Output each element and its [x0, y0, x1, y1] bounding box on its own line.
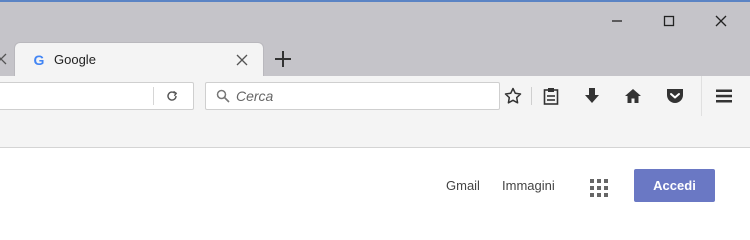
bookmarks-toolbar: [0, 116, 750, 148]
new-tab-plus-icon[interactable]: [272, 48, 294, 70]
tab-google[interactable]: G Google: [14, 42, 264, 76]
home-button[interactable]: [623, 86, 643, 106]
tab-close-icon[interactable]: [234, 52, 250, 68]
google-favicon-icon: G: [33, 52, 45, 68]
url-bar-divider: [153, 87, 154, 105]
tab-title: Google: [54, 52, 96, 67]
maximize-icon: [663, 15, 675, 27]
search-bar[interactable]: [205, 82, 500, 110]
search-icon: [216, 89, 230, 103]
pocket-icon: [667, 89, 683, 103]
maximize-button[interactable]: [646, 4, 692, 38]
bookmark-star-button[interactable]: [503, 86, 523, 106]
hamburger-menu-icon: [716, 89, 732, 103]
page-content: Gmail Immagini Accedi: [0, 149, 750, 212]
close-window-button[interactable]: [698, 4, 744, 38]
previous-tab-close-icon[interactable]: [0, 50, 8, 66]
apps-grid-icon[interactable]: [589, 178, 609, 198]
url-bar[interactable]: [0, 82, 194, 110]
minimize-icon: [612, 20, 622, 22]
images-link[interactable]: Immagini: [502, 178, 555, 193]
navigation-toolbar: [0, 76, 750, 116]
reload-icon[interactable]: [165, 89, 179, 103]
home-icon: [625, 89, 641, 103]
downloads-button[interactable]: [582, 86, 602, 106]
clipboard-icon: [543, 88, 559, 105]
download-arrow-icon: [585, 88, 599, 103]
title-bar: [0, 0, 750, 40]
menu-button[interactable]: [714, 86, 734, 106]
toolbar-divider: [531, 87, 532, 105]
star-icon: [504, 87, 522, 104]
minimize-button[interactable]: [594, 4, 640, 38]
bookmarks-list-button[interactable]: [541, 86, 561, 106]
gmail-link[interactable]: Gmail: [446, 178, 480, 193]
close-icon: [715, 15, 727, 27]
search-input[interactable]: [236, 85, 486, 107]
tab-strip: G Google: [0, 40, 750, 76]
signin-button[interactable]: Accedi: [634, 169, 715, 202]
toolbar-divider: [701, 76, 702, 116]
pocket-button[interactable]: [665, 86, 685, 106]
